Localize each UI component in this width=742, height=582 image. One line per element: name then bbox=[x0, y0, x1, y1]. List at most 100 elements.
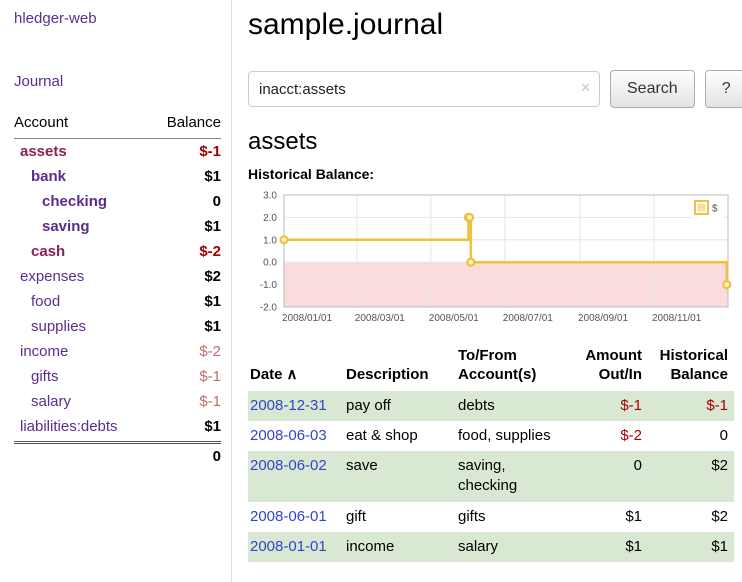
balance-column-header: Balance bbox=[167, 114, 221, 131]
total-balance: 0 bbox=[213, 448, 221, 465]
svg-text:$: $ bbox=[712, 204, 718, 215]
account-row: salary $-1 bbox=[14, 389, 221, 414]
account-row: income$-2 bbox=[14, 339, 221, 364]
svg-text:2008/03/01: 2008/03/01 bbox=[355, 313, 405, 324]
svg-text:3.0: 3.0 bbox=[263, 191, 277, 202]
search-bar: ✕ Search ? bbox=[248, 70, 742, 108]
transaction-description: eat & shop bbox=[344, 421, 456, 451]
transaction-description: income bbox=[344, 532, 456, 562]
transaction-amount: $-1 bbox=[566, 391, 648, 421]
header-amount: Amount Out/In bbox=[566, 343, 648, 391]
help-button[interactable]: ? bbox=[705, 70, 742, 108]
account-balance: $1 bbox=[204, 168, 221, 185]
transaction-row: 2008-06-01giftgifts$1$2 bbox=[248, 502, 734, 532]
transaction-date-link[interactable]: 2008-01-01 bbox=[250, 538, 327, 555]
account-column-header: Account bbox=[14, 114, 68, 131]
chart-title: Historical Balance: bbox=[248, 166, 742, 182]
svg-text:0.0: 0.0 bbox=[263, 258, 277, 269]
account-balance: $1 bbox=[204, 418, 221, 435]
brand-link[interactable]: hledger-web bbox=[14, 10, 221, 27]
transaction-amount: $-2 bbox=[566, 421, 648, 451]
total-row: 0 bbox=[14, 441, 221, 469]
account-balance: $-2 bbox=[199, 243, 221, 260]
transaction-date-cell: 2008-06-03 bbox=[248, 421, 344, 451]
header-description: Description bbox=[344, 343, 456, 391]
header-balance: Historical Balance bbox=[648, 343, 734, 391]
header-date-label: Date bbox=[250, 366, 283, 383]
svg-text:-1.0: -1.0 bbox=[260, 280, 278, 291]
account-link-bank[interactable]: bank bbox=[20, 168, 66, 185]
account-row: assets$-1 bbox=[14, 139, 221, 164]
transaction-row: 2008-01-01incomesalary$1$1 bbox=[248, 532, 734, 562]
header-date[interactable]: Date∧ bbox=[248, 343, 344, 391]
transaction-description: pay off bbox=[344, 391, 456, 421]
transaction-date-link[interactable]: 2008-06-02 bbox=[250, 457, 327, 474]
account-link-income[interactable]: income bbox=[20, 343, 68, 360]
transactions-table: Date∧ Description To/From Account(s) Amo… bbox=[248, 343, 734, 562]
header-accounts: To/From Account(s) bbox=[456, 343, 566, 391]
search-button[interactable]: Search bbox=[610, 70, 695, 108]
account-link-liabilities-debts[interactable]: liabilities:debts bbox=[20, 418, 118, 435]
transaction-balance: 0 bbox=[648, 421, 734, 451]
account-link-cash[interactable]: cash bbox=[20, 243, 65, 260]
account-rows: assets$-1bank$1checking0saving$1cash$-2e… bbox=[14, 139, 221, 439]
transaction-date-cell: 2008-12-31 bbox=[248, 391, 344, 421]
account-balance: 0 bbox=[213, 193, 221, 210]
account-heading: assets bbox=[248, 128, 742, 156]
account-row: supplies$1 bbox=[14, 314, 221, 339]
transaction-date-link[interactable]: 2008-12-31 bbox=[250, 397, 327, 414]
account-link-supplies[interactable]: supplies bbox=[20, 318, 86, 335]
transaction-row: 2008-06-03 eat & shopfood, supplies$-20 bbox=[248, 421, 734, 451]
transaction-accounts: gifts bbox=[456, 502, 566, 532]
transaction-date-link[interactable]: 2008-06-03 bbox=[250, 427, 327, 444]
transaction-amount: $1 bbox=[566, 532, 648, 562]
svg-text:2008/01/01: 2008/01/01 bbox=[282, 313, 332, 324]
main-content: sample.journal ✕ Search ? assets Histori… bbox=[232, 0, 742, 582]
svg-text:2008/05/01: 2008/05/01 bbox=[429, 313, 479, 324]
account-balance: $2 bbox=[204, 268, 221, 285]
table-header-row: Date∧ Description To/From Account(s) Amo… bbox=[248, 343, 734, 391]
search-box: ✕ bbox=[248, 71, 600, 107]
transaction-accounts: saving, checking bbox=[456, 451, 566, 502]
transaction-balance: $2 bbox=[648, 451, 734, 502]
page-title: sample.journal bbox=[248, 6, 742, 44]
account-link-checking[interactable]: checking bbox=[20, 193, 107, 210]
transaction-accounts: food, supplies bbox=[456, 421, 566, 451]
account-tree: Account Balance assets$-1bank$1checking0… bbox=[14, 110, 221, 469]
nav-journal-link[interactable]: Journal bbox=[14, 73, 221, 90]
account-link-assets[interactable]: assets bbox=[20, 143, 67, 160]
transaction-date-cell: 2008-06-02 bbox=[248, 451, 344, 502]
search-input[interactable] bbox=[248, 71, 600, 107]
account-link-salary[interactable]: salary bbox=[20, 393, 71, 410]
app: hledger-web Journal Account Balance asse… bbox=[0, 0, 742, 582]
account-balance: $-1 bbox=[199, 393, 221, 410]
account-row: expenses $2 bbox=[14, 264, 221, 289]
account-row: bank $1 bbox=[14, 164, 221, 189]
account-row: gifts$-1 bbox=[14, 364, 221, 389]
transaction-description: save bbox=[344, 451, 456, 502]
svg-text:2008/09/01: 2008/09/01 bbox=[578, 313, 628, 324]
transaction-date-cell: 2008-06-01 bbox=[248, 502, 344, 532]
account-balance: $1 bbox=[204, 218, 221, 235]
account-row: checking 0 bbox=[14, 189, 221, 214]
transaction-row: 2008-06-02 savesaving, checking0$2 bbox=[248, 451, 734, 502]
account-row: cash $-2 bbox=[14, 239, 221, 264]
sort-ascending-icon: ∧ bbox=[287, 366, 298, 383]
svg-text:1.0: 1.0 bbox=[263, 235, 277, 246]
account-tree-header: Account Balance bbox=[14, 110, 221, 139]
transaction-amount: $1 bbox=[566, 502, 648, 532]
sidebar: hledger-web Journal Account Balance asse… bbox=[0, 0, 232, 582]
transaction-balance: $1 bbox=[648, 532, 734, 562]
svg-text:2.0: 2.0 bbox=[263, 213, 277, 224]
historical-balance-chart: 3.0 2.0 1.0 0.0 -1.0 -2.0 2008/01/01 2008/03/01… bbox=[248, 190, 734, 328]
transaction-accounts: debts bbox=[456, 391, 566, 421]
account-link-gifts[interactable]: gifts bbox=[20, 368, 59, 385]
transaction-date-link[interactable]: 2008-06-01 bbox=[250, 508, 327, 525]
svg-text:2008/11/01: 2008/11/01 bbox=[652, 313, 702, 324]
account-link-saving[interactable]: saving bbox=[20, 218, 90, 235]
account-link-food[interactable]: food bbox=[20, 293, 60, 310]
svg-text:-2.0: -2.0 bbox=[260, 303, 278, 314]
transaction-amount: 0 bbox=[566, 451, 648, 502]
clear-search-icon[interactable]: ✕ bbox=[580, 81, 591, 94]
account-link-expenses[interactable]: expenses bbox=[20, 268, 84, 285]
